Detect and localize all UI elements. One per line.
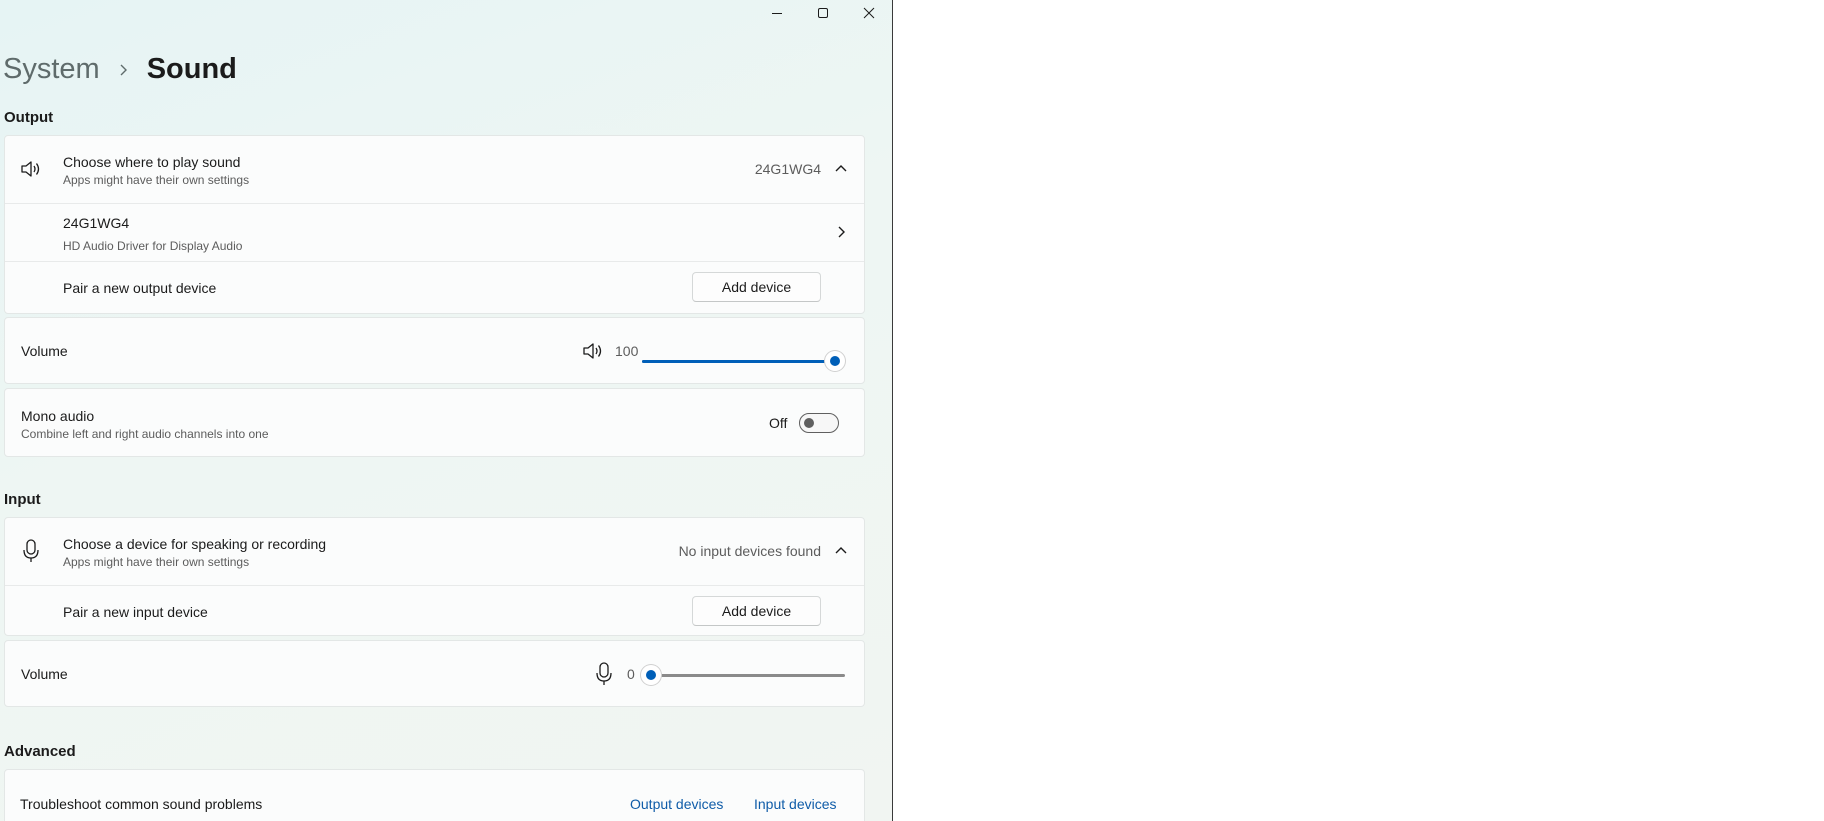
title-bar-controls xyxy=(754,0,892,26)
choose-input-row[interactable]: Choose a device for speaking or recordin… xyxy=(5,518,864,585)
slider-thumb[interactable] xyxy=(825,351,845,371)
device-driver: HD Audio Driver for Display Audio xyxy=(63,239,243,253)
page-title: Sound xyxy=(146,53,237,85)
speaker-icon xyxy=(19,158,43,180)
breadcrumb: System Sound xyxy=(3,53,237,86)
choose-output-row[interactable]: Choose where to play sound Apps might ha… xyxy=(5,136,864,203)
mono-audio-toggle[interactable] xyxy=(799,413,839,433)
choose-input-title: Choose a device for speaking or recordin… xyxy=(63,536,327,552)
input-heading: Input xyxy=(4,491,41,508)
speaker-icon[interactable] xyxy=(581,340,605,362)
input-volume-value: 0 xyxy=(627,666,635,682)
output-devices-link[interactable]: Output devices xyxy=(630,796,723,812)
advanced-heading: Advanced xyxy=(4,743,76,760)
pair-output-label: Pair a new output device xyxy=(63,280,217,296)
microphone-icon[interactable] xyxy=(594,661,614,687)
output-volume-value: 100 xyxy=(615,343,639,359)
troubleshoot-label: Troubleshoot common sound problems xyxy=(20,796,263,812)
output-heading: Output xyxy=(4,109,54,126)
mono-audio-card: Mono audio Combine left and right audio … xyxy=(4,388,865,457)
input-device-card: Choose a device for speaking or recordin… xyxy=(4,517,865,636)
mono-audio-state: Off xyxy=(769,415,788,431)
output-device-24G1WG4[interactable]: 24G1WG4 HD Audio Driver for Display Audi… xyxy=(5,203,864,261)
choose-output-subtitle: Apps might have their own settings xyxy=(63,173,250,187)
input-volume-slider[interactable] xyxy=(641,665,845,685)
troubleshoot-card: Troubleshoot common sound problems Outpu… xyxy=(4,769,865,821)
chevron-up-icon[interactable] xyxy=(834,544,848,558)
chevron-right-icon[interactable] xyxy=(834,225,848,239)
add-input-device-button[interactable]: Add device xyxy=(692,596,821,626)
mono-audio-subtitle: Combine left and right audio channels in… xyxy=(21,427,269,441)
microphone-icon xyxy=(21,538,41,564)
input-volume-label: Volume xyxy=(21,666,68,682)
output-volume-label: Volume xyxy=(21,343,68,359)
slider-thumb[interactable] xyxy=(641,665,661,685)
chevron-right-icon xyxy=(118,63,129,77)
output-volume-slider[interactable] xyxy=(642,351,845,371)
choose-input-subtitle: Apps might have their own settings xyxy=(63,555,250,569)
input-devices-link[interactable]: Input devices xyxy=(754,796,837,812)
mono-audio-title: Mono audio xyxy=(21,408,95,424)
settings-window: System Sound Output Choose where to play… xyxy=(0,0,893,821)
output-device-card: Choose where to play sound Apps might ha… xyxy=(4,135,865,314)
pair-input-row: Pair a new input device Add device xyxy=(5,585,864,637)
chevron-up-icon[interactable] xyxy=(834,162,848,176)
add-output-device-button[interactable]: Add device xyxy=(692,272,821,302)
pair-input-label: Pair a new input device xyxy=(63,604,208,620)
minimize-icon[interactable] xyxy=(754,0,800,26)
choose-output-title: Choose where to play sound xyxy=(63,154,241,170)
maximize-icon[interactable] xyxy=(800,0,846,26)
device-name: 24G1WG4 xyxy=(63,215,130,231)
pair-output-row: Pair a new output device Add device xyxy=(5,261,864,315)
selected-input-device: No input devices found xyxy=(678,543,821,559)
selected-output-device: 24G1WG4 xyxy=(754,161,821,177)
close-icon[interactable] xyxy=(846,0,892,26)
input-volume-card: Volume 0 xyxy=(4,640,865,707)
output-volume-card: Volume 100 xyxy=(4,317,865,384)
breadcrumb-system[interactable]: System xyxy=(3,53,100,86)
